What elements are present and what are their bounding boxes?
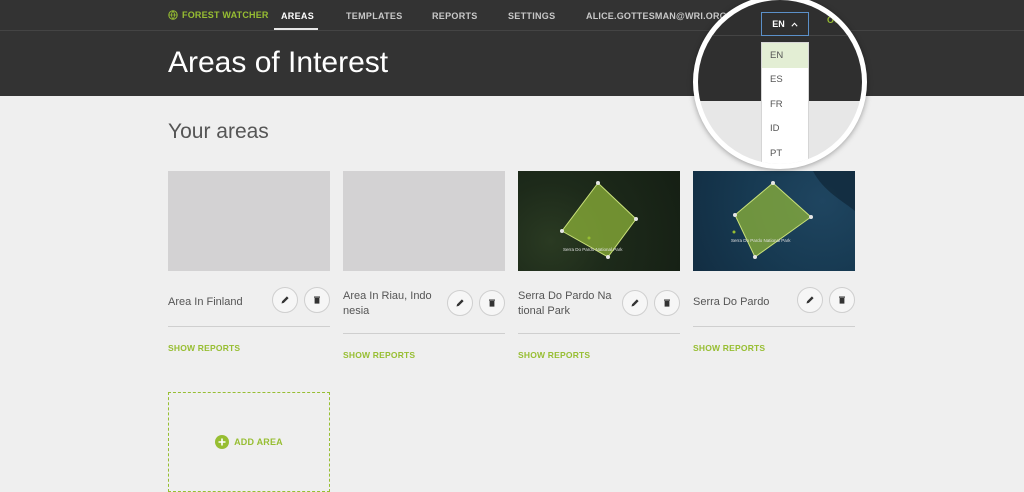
- area-name: Area In Riau, Indo nesia: [343, 290, 432, 317]
- nav-templates[interactable]: TEMPLATES: [346, 11, 403, 21]
- area-name: Area In Finland: [168, 296, 243, 308]
- area-card: Serra Do Pardo National Park Serra Do Pa…: [693, 171, 855, 353]
- add-area-label: ADD AREA: [234, 437, 283, 447]
- trash-icon: [489, 299, 495, 307]
- brand-logo[interactable]: FOREST WATCHER: [168, 10, 269, 20]
- area-thumbnail[interactable]: Serra Do Pardo National Park: [693, 171, 855, 271]
- language-option-es[interactable]: ES: [762, 68, 808, 93]
- area-thumbnail[interactable]: [343, 171, 505, 271]
- language-dropdown-magnifier: EN OGOUT EN ES FR ID PT: [693, 0, 867, 169]
- delete-area-button[interactable]: [829, 287, 855, 313]
- language-option-pt[interactable]: PT: [762, 141, 808, 164]
- add-area-button[interactable]: ADD AREA: [168, 392, 330, 492]
- show-reports-link[interactable]: SHOW REPORTS: [693, 343, 855, 353]
- edit-area-button[interactable]: [272, 287, 298, 313]
- pencil-icon: [456, 299, 464, 307]
- trash-icon: [839, 296, 845, 304]
- plus-circle-icon: [215, 435, 230, 449]
- language-option-fr[interactable]: FR: [762, 92, 808, 117]
- area-thumbnail[interactable]: [168, 171, 330, 271]
- nav-reports[interactable]: REPORTS: [432, 11, 478, 21]
- area-name: Serra Do Pardo Na tional Park: [518, 290, 612, 317]
- area-card: Area In Riau, Indo nesia SHOW REPORTS: [343, 171, 505, 360]
- pencil-icon: [631, 299, 639, 307]
- show-reports-link[interactable]: SHOW REPORTS: [518, 350, 680, 360]
- trash-icon: [664, 299, 670, 307]
- language-current: EN: [772, 19, 785, 29]
- show-reports-link[interactable]: SHOW REPORTS: [343, 350, 505, 360]
- area-card-footer: Area In Finland: [168, 271, 330, 327]
- globe-icon: [168, 10, 178, 20]
- language-option-en[interactable]: EN: [762, 43, 808, 68]
- area-card-footer: Area In Riau, Indo nesia: [343, 271, 505, 334]
- delete-area-button[interactable]: [654, 290, 680, 316]
- area-name: Serra Do Pardo: [693, 296, 770, 308]
- area-thumbnail[interactable]: Serra Do Pardo National Park: [518, 171, 680, 271]
- area-card: Area In Finland SHOW REPORTS: [168, 171, 330, 353]
- chevron-up-icon: [791, 21, 798, 27]
- top-bar: FOREST WATCHER AREAS TEMPLATES REPORTS S…: [0, 0, 1024, 96]
- map-label: Serra Do Pardo National Park: [563, 247, 623, 252]
- area-polygon-map: Serra Do Pardo National Park: [731, 171, 855, 259]
- nav-areas[interactable]: AREAS: [281, 11, 314, 21]
- section-title: Your areas: [168, 120, 269, 143]
- language-options: EN ES FR ID PT: [761, 42, 809, 164]
- map-label: Serra Do Pardo National Park: [731, 238, 791, 243]
- area-card-footer: Serra Do Pardo: [693, 271, 855, 327]
- edit-area-button[interactable]: [447, 290, 473, 316]
- header-divider: [0, 30, 1024, 31]
- edit-area-button[interactable]: [797, 287, 823, 313]
- area-polygon-map: Serra Do Pardo National Park: [560, 181, 638, 259]
- language-option-id[interactable]: ID: [762, 117, 808, 142]
- edit-area-button[interactable]: [622, 290, 648, 316]
- area-card-footer: Serra Do Pardo Na tional Park: [518, 271, 680, 334]
- delete-area-button[interactable]: [479, 290, 505, 316]
- trash-icon: [314, 296, 320, 304]
- brand-name: FOREST WATCHER: [182, 10, 269, 20]
- logout-link[interactable]: OGOUT: [827, 15, 860, 25]
- area-card: Serra Do Pardo National Park Serra Do Pa…: [518, 171, 680, 360]
- nav-settings[interactable]: SETTINGS: [508, 11, 555, 21]
- pencil-icon: [806, 296, 814, 304]
- show-reports-link[interactable]: SHOW REPORTS: [168, 343, 330, 353]
- delete-area-button[interactable]: [304, 287, 330, 313]
- pencil-icon: [281, 296, 289, 304]
- page-title: Areas of Interest: [168, 46, 389, 79]
- language-selector[interactable]: EN: [761, 12, 809, 36]
